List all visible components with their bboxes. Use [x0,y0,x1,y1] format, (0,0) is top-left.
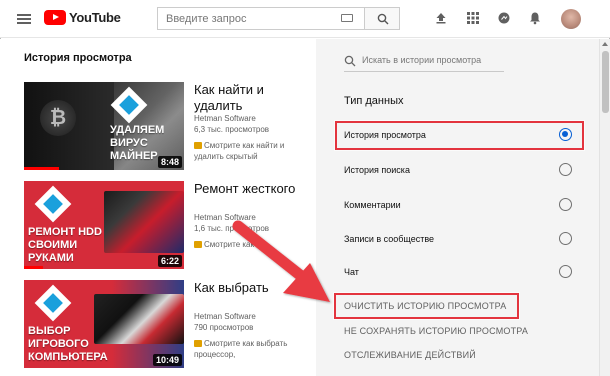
video-description: Смотрите как найти и удалить скрытый [194,140,312,162]
thumbnail-caption: РЕМОНТ HDD СВОИМИ РУКАМИ [28,226,102,264]
video-channel[interactable]: Hetman Software [194,113,256,124]
youtube-play-icon [44,10,66,25]
bitcoin-icon: ₿ [40,100,76,136]
like-icon [194,340,202,347]
video-duration: 10:49 [152,354,182,366]
brand-name: YouTube [69,10,121,25]
hetman-logo-icon [34,185,72,223]
video-thumbnail[interactable]: РЕМОНТ HDD СВОИМИ РУКАМИ 6:22 [24,181,184,269]
video-duration: 8:48 [157,156,182,168]
avatar[interactable] [561,9,581,29]
watch-progress [24,167,60,170]
option-label: История поиска [344,165,410,175]
video-thumbnail[interactable]: ₿ УДАЛЯЕМ ВИРУС МАЙНЕР 8:48 [24,82,184,170]
search-icon [344,55,356,67]
highlight-box-watch-history [335,121,584,150]
hetman-logo-icon [34,284,72,322]
video-title[interactable]: Ремонт жесткого [194,181,314,197]
search-icon [377,13,389,25]
messages-icon[interactable] [497,11,511,25]
pause-history-button[interactable]: НЕ СОХРАНЯТЬ ИСТОРИЮ ПРОСМОТРА [344,326,528,336]
notifications-icon[interactable] [528,11,542,25]
apps-icon[interactable] [466,11,480,25]
video-item[interactable]: ВЫБОР ИГРОВОГО КОМПЬЮТЕРА 10:49 Как выбр… [24,280,314,372]
radio-button[interactable] [559,163,572,176]
youtube-logo[interactable]: YouTube [44,10,121,25]
history-search-placeholder: Искать в истории просмотра [362,55,482,65]
option-chat[interactable]: Чат [344,263,574,283]
scrollbar[interactable] [599,39,610,376]
video-description-text: Смотрите как найти и удалить скрытый [194,141,285,161]
option-search-history[interactable]: История поиска [344,161,574,181]
video-description: Смотрите как [194,239,312,250]
video-item[interactable]: ₿ УДАЛЯЕМ ВИРУС МАЙНЕР 8:48 Как найти и … [24,82,314,174]
video-description-text: Смотрите как [204,240,255,249]
like-icon [194,241,202,248]
upload-icon[interactable] [434,11,448,25]
search-button[interactable] [364,7,400,30]
radio-button[interactable] [559,232,572,245]
watch-progress [24,266,44,269]
page-title: История просмотра [24,52,132,64]
option-label: Записи в сообществе [344,234,435,244]
video-description-text: Смотрите как выбрать процессор, [194,339,288,359]
video-views: 790 просмотров [194,323,254,332]
radio-button[interactable] [559,198,572,211]
keyboard-icon[interactable] [341,14,353,22]
history-search-input[interactable]: Искать в истории просмотра [344,50,504,72]
video-duration: 6:22 [157,255,182,267]
search-input[interactable]: Введите запрос [157,7,364,30]
video-title[interactable]: Как найти и удалить [194,82,314,114]
option-label: Чат [344,267,359,277]
video-description: Смотрите как выбрать процессор, [194,338,312,360]
option-label: Комментарии [344,200,401,210]
thumbnail-caption: ВЫБОР ИГРОВОГО КОМПЬЮТЕРА [28,325,108,363]
video-channel[interactable]: Hetman Software [194,212,256,223]
radio-button[interactable] [559,265,572,278]
activity-tracking-link[interactable]: ОТСЛЕЖИВАНИЕ ДЕЙСТВИЙ [344,350,476,360]
scroll-thumb[interactable] [602,51,609,113]
video-title[interactable]: Как выбрать [194,280,314,296]
menu-icon[interactable] [17,14,31,24]
top-bar: YouTube Введите запрос [0,0,610,38]
scroll-up-arrow-icon[interactable] [602,42,608,46]
option-comments[interactable]: Комментарии [344,196,574,216]
video-channel[interactable]: Hetman Software [194,311,256,322]
data-type-heading: Тип данных [344,95,404,107]
highlight-box-clear-history [334,293,519,319]
video-item[interactable]: РЕМОНТ HDD СВОИМИ РУКАМИ 6:22 Ремонт жес… [24,181,314,273]
option-community-posts[interactable]: Записи в сообществе [344,230,574,250]
like-icon [194,142,202,149]
video-thumbnail[interactable]: ВЫБОР ИГРОВОГО КОМПЬЮТЕРА 10:49 [24,280,184,368]
thumbnail-art [104,191,184,253]
video-views: 1,6 тыс. просмотров [194,224,270,233]
video-views: 6,3 тыс. просмотров [194,125,270,134]
